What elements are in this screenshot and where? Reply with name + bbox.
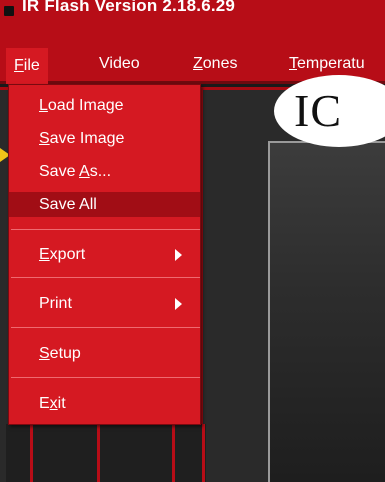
menu-item-load-image[interactable]: Load Image [9,93,200,118]
export-mnemonic: E [39,246,50,263]
menu-zones[interactable]: Zones [193,52,237,76]
print-label: Print [39,295,72,312]
menu-separator [11,277,200,278]
app-icon [4,6,14,16]
export-rest: xport [49,246,86,263]
table-column-line [30,424,33,482]
menu-temperature[interactable]: Temperatu [289,52,365,76]
menu-temperature-rest: emperatu [297,55,365,72]
setup-mnemonic: S [39,345,50,362]
load-image-mnemonic: L [39,97,48,114]
save-image-rest: ave Image [49,130,125,147]
window-title: IR Flash Version 2.18.6.29 [22,0,236,15]
menu-item-save-all[interactable]: Save All [9,192,200,217]
table-column-line [202,424,205,482]
table-column-line [172,424,175,482]
save-as-mnemonic: A [79,163,90,180]
menu-item-print[interactable]: Print [9,291,200,316]
lower-table-area [6,424,206,482]
menu-zones-mnemonic: Z [193,55,203,72]
logo-text: IC [294,85,342,136]
image-panel [268,141,385,482]
exit-rest: it [57,395,66,412]
exit-mnemonic: x [49,395,58,412]
exit-prefix: E [39,395,50,412]
menu-file[interactable]: File [6,48,48,84]
menu-item-exit[interactable]: Exit [9,391,200,416]
file-menu-dropdown: Load Image Save Image Save As... Save Al… [8,84,201,425]
menu-item-save-as[interactable]: Save As... [9,159,200,184]
save-as-prefix: Save [39,163,80,180]
menu-file-mnemonic: F [14,57,24,74]
submenu-arrow-icon [175,298,182,310]
menu-separator [11,377,200,378]
load-image-rest: oad Image [47,97,124,114]
table-column-line [97,424,100,482]
menu-video[interactable]: Video [99,52,140,76]
menu-temperature-mnemonic: T [289,55,297,72]
menu-item-setup[interactable]: Setup [9,341,200,366]
menu-zones-rest: ones [202,55,238,72]
save-as-rest: s... [89,163,112,180]
title-bar: IR Flash Version 2.18.6.29 [0,0,385,40]
menu-separator [11,327,200,328]
menu-item-export[interactable]: Export [9,242,200,267]
menu-separator [11,229,200,230]
submenu-arrow-icon [175,249,182,261]
menu-item-save-image[interactable]: Save Image [9,126,200,151]
save-image-mnemonic: S [39,130,50,147]
setup-rest: etup [49,345,81,362]
menu-file-rest: ile [23,57,40,74]
